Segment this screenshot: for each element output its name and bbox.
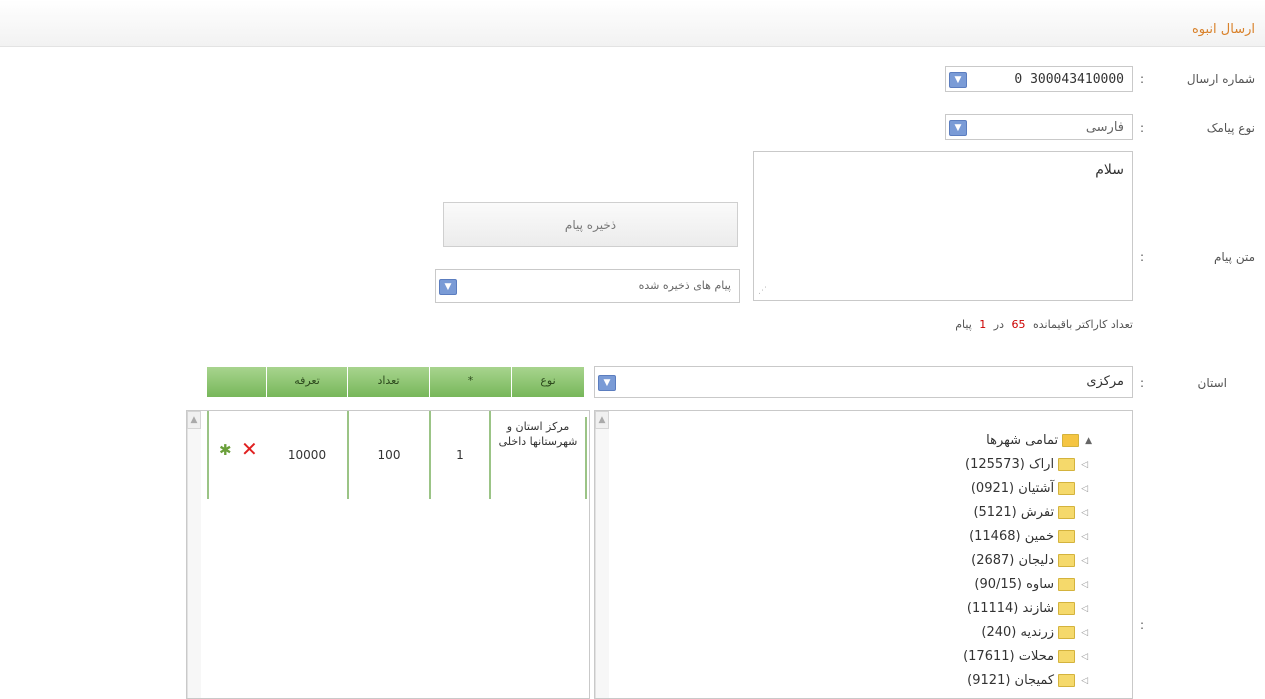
expand-triangle-icon[interactable]: ▲ <box>1085 436 1092 446</box>
folder-icon <box>1058 650 1076 663</box>
selected-table-header: تعرفه تعداد * نوع <box>207 367 585 397</box>
tree-item[interactable]: ◁تفرش (5121) <box>973 505 1088 520</box>
folder-icon <box>1058 530 1076 543</box>
message-label: متن پیام <box>1213 250 1255 264</box>
chevron-down-icon[interactable]: ▼ <box>949 72 967 88</box>
table-header-star[interactable]: * <box>430 367 512 397</box>
folder-icon <box>1058 458 1076 471</box>
open-folder-icon <box>1062 434 1080 447</box>
expand-triangle-icon[interactable]: ◁ <box>1081 508 1088 518</box>
colon: : <box>1140 121 1145 135</box>
parts-count: 1 <box>979 318 987 331</box>
table-row: ✱ ✕ 10000 100 1 مرکز استان و شهرستانها د… <box>207 411 587 499</box>
character-counter: تعداد کاراکتر باقیمانده 65 در 1 پیام <box>955 318 1133 331</box>
tree-item[interactable]: ◁آشتیان (0921) <box>971 481 1088 496</box>
province-label: استان <box>1197 376 1227 390</box>
page-header: ارسال انبوه <box>0 0 1265 47</box>
expand-triangle-icon[interactable]: ◁ <box>1081 604 1088 614</box>
expand-triangle-icon[interactable]: ◁ <box>1081 628 1088 638</box>
scrollbar[interactable] <box>187 411 201 698</box>
message-textarea[interactable]: سلام ⋰ <box>753 151 1133 301</box>
expand-triangle-icon[interactable]: ◁ <box>1081 652 1088 662</box>
type-label: نوع پیامک <box>1206 121 1255 135</box>
expand-triangle-icon[interactable]: ◁ <box>1081 460 1088 470</box>
delete-icon[interactable]: ✕ <box>241 437 258 461</box>
folder-icon <box>1058 506 1076 519</box>
chevron-down-icon[interactable]: ▼ <box>439 279 457 295</box>
table-header-type[interactable]: نوع <box>512 367 585 397</box>
colon: : <box>1140 618 1145 632</box>
expand-triangle-icon[interactable]: ◁ <box>1081 580 1088 590</box>
expand-triangle-icon[interactable]: ◁ <box>1081 556 1088 566</box>
tree-item[interactable]: ◁زرندیه (240) <box>981 625 1088 640</box>
expand-triangle-icon[interactable]: ◁ <box>1081 532 1088 542</box>
city-tree-panel: ▲ ▲تمامی شهرها ◁اراک (125573) ◁آشتیان (0… <box>594 410 1133 699</box>
scroll-up-arrow-icon[interactable]: ▲ <box>187 411 201 429</box>
row-type: مرکز استان و شهرستانها داخلی <box>491 417 587 499</box>
row-tariff: 10000 <box>267 411 349 499</box>
selected-cities-panel: ▲ ✱ ✕ 10000 100 1 مرکز استان و شهرستانها… <box>186 410 590 699</box>
sms-type-select[interactable]: ▼ فارسی <box>945 114 1133 140</box>
tree-item[interactable]: ◁اراک (125573) <box>965 457 1088 472</box>
folder-icon <box>1058 602 1076 615</box>
row-actions: ✱ ✕ <box>207 411 267 499</box>
folder-icon <box>1058 578 1076 591</box>
tree-root[interactable]: ▲تمامی شهرها <box>986 433 1092 448</box>
tree-item[interactable]: ◁شازند (11114) <box>967 601 1088 616</box>
province-select[interactable]: ▼ مرکزی <box>594 366 1133 398</box>
colon: : <box>1140 250 1145 264</box>
saved-messages-select[interactable]: ▼ پیام های ذخیره شده <box>435 269 740 303</box>
tree-item[interactable]: ◁خمین (11468) <box>969 529 1088 544</box>
tree-item[interactable]: ◁محلات (17611) <box>963 649 1088 664</box>
folder-icon <box>1058 674 1076 687</box>
folder-icon <box>1058 554 1076 567</box>
row-count: 100 <box>349 411 431 499</box>
chevron-down-icon[interactable]: ▼ <box>949 120 967 136</box>
edit-icon[interactable]: ✱ <box>219 441 232 459</box>
table-header-tariff[interactable]: تعرفه <box>267 367 348 397</box>
colon: : <box>1140 376 1145 390</box>
expand-triangle-icon[interactable]: ◁ <box>1081 676 1088 686</box>
remaining-count: 65 <box>1011 318 1026 331</box>
tree-item[interactable]: ◁ساوه (90/15) <box>974 577 1088 592</box>
table-header-count[interactable]: تعداد <box>348 367 430 397</box>
page-title: ارسال انبوه <box>1191 22 1255 37</box>
tree-item[interactable]: ◁دلیجان (2687) <box>971 553 1088 568</box>
colon: : <box>1140 72 1145 86</box>
expand-triangle-icon[interactable]: ◁ <box>1081 484 1088 494</box>
row-star: 1 <box>431 411 491 499</box>
folder-icon <box>1058 482 1076 495</box>
city-tree: ▲تمامی شهرها ◁اراک (125573) ◁آشتیان (092… <box>595 411 1132 698</box>
tree-item[interactable]: ◁کمیجان (9121) <box>967 673 1088 688</box>
folder-icon <box>1058 626 1076 639</box>
chevron-down-icon[interactable]: ▼ <box>598 375 616 391</box>
sender-label: شماره ارسال <box>1186 72 1255 86</box>
table-header-actions <box>207 367 267 397</box>
save-message-button[interactable]: ذخیره پیام <box>443 202 738 247</box>
resize-handle-icon[interactable]: ⋰ <box>758 286 767 296</box>
sender-number-select[interactable]: ▼ 300043410000 0 <box>945 66 1133 92</box>
